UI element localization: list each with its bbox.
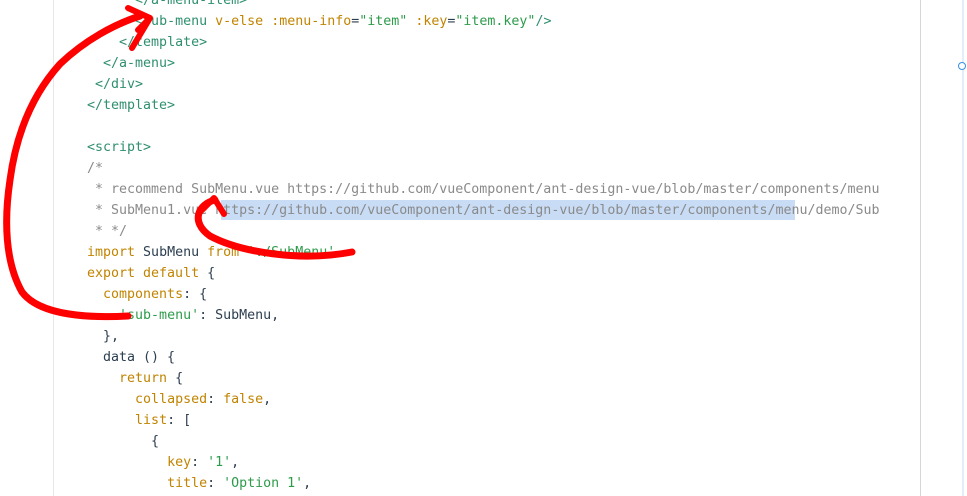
- minimap[interactable]: [920, 0, 967, 496]
- code-token-keyword: import: [87, 245, 136, 260]
- code-token-plain: ,: [231, 455, 240, 470]
- code-token-plain: {: [167, 371, 184, 386]
- code-line: components: {: [87, 284, 207, 305]
- code-token-plain: :: [191, 455, 208, 470]
- code-token-keyword: from: [207, 245, 240, 260]
- code-line: {: [87, 431, 159, 452]
- code-token-tag: </div>: [95, 77, 144, 92]
- code-token-attr: v-else: [215, 14, 264, 29]
- code-editor[interactable]: </a-menu-item> <sub-menu v-else :menu-in…: [0, 0, 967, 496]
- code-line: },: [87, 326, 119, 347]
- scrollbar-thumb[interactable]: [958, 62, 966, 70]
- code-line: /*: [87, 158, 103, 179]
- code-line: title: 'Option 1',: [87, 473, 311, 494]
- code-token-plain: :: [207, 476, 224, 491]
- code-token-keyword: return: [119, 371, 168, 386]
- code-line: key: '1',: [87, 452, 239, 473]
- code-line: export default {: [87, 263, 215, 284]
- code-token-tag: </a-menu-item>: [135, 0, 248, 8]
- code-token-plain: {: [199, 266, 216, 281]
- code-token-keyword: false: [223, 392, 264, 407]
- code-line: </template>: [87, 95, 175, 116]
- code-token-plain: : SubMenu,: [199, 308, 280, 323]
- code-line: list: [: [87, 410, 191, 431]
- code-token-property: list: [135, 413, 168, 428]
- code-token-attr: :menu-info: [271, 14, 352, 29]
- code-token-comment: * recommend SubMenu.vue https://github.c…: [87, 182, 880, 197]
- code-line: </a-menu>: [87, 53, 175, 74]
- code-line: 'sub-menu': SubMenu,: [87, 305, 279, 326]
- code-token-plain: ,: [263, 392, 272, 407]
- code-token-plain: :: [207, 392, 224, 407]
- code-token-property: key: [167, 455, 192, 470]
- code-line: <script>: [87, 137, 151, 158]
- code-token-plain: ,: [303, 476, 312, 491]
- code-token-tag: />: [535, 14, 552, 29]
- code-token-plain: data () {: [103, 350, 176, 365]
- code-token-tag: </a-menu>: [103, 56, 176, 71]
- code-line: collapsed: false,: [87, 389, 271, 410]
- code-line: data () {: [87, 347, 175, 368]
- code-area[interactable]: </a-menu-item> <sub-menu v-else :menu-in…: [54, 0, 920, 496]
- code-token-plain: },: [103, 329, 120, 344]
- code-line: import SubMenu from './SubMenu': [87, 242, 335, 263]
- code-token-plain: SubMenu: [135, 245, 208, 260]
- code-token-tag: <script>: [87, 140, 152, 155]
- code-token-tag: </template>: [87, 98, 176, 113]
- scrollbar-track[interactable]: [962, 0, 964, 496]
- code-token-comment: /*: [87, 161, 104, 176]
- code-token-comment: * SubMenu1.vue https://github.com/vueCom…: [87, 203, 880, 218]
- code-line: <sub-menu v-else :menu-info="item" :key=…: [87, 11, 551, 32]
- code-line: </a-menu-item>: [87, 0, 247, 11]
- code-token-string: 'Option 1': [223, 476, 304, 491]
- code-token-property: collapsed: [135, 392, 208, 407]
- code-token-property: components: [103, 287, 184, 302]
- code-token-keyword: export default: [87, 266, 200, 281]
- code-token-string: "item": [359, 14, 408, 29]
- code-token-plain: : {: [183, 287, 208, 302]
- code-line: * */: [87, 221, 127, 242]
- code-token-property: title: [167, 476, 208, 491]
- code-token-string: 'sub-menu': [119, 308, 200, 323]
- code-token-plain: {: [151, 434, 160, 449]
- code-token-plain: : [: [167, 413, 192, 428]
- code-line: return {: [87, 368, 183, 389]
- code-line: * recommend SubMenu.vue https://github.c…: [87, 179, 880, 200]
- code-token-comment: * */: [87, 224, 128, 239]
- code-line: </div>: [87, 74, 143, 95]
- code-token-string: '1': [207, 455, 232, 470]
- code-token-string: './SubMenu': [247, 245, 336, 260]
- code-line: </template>: [87, 32, 207, 53]
- line-number-gutter: [0, 0, 54, 496]
- code-line: * SubMenu1.vue https://github.com/vueCom…: [87, 200, 880, 221]
- code-token-tag: </template>: [119, 35, 208, 50]
- code-token-attr: :key: [415, 14, 448, 29]
- code-token-tag: <sub-menu: [135, 14, 208, 29]
- code-token-string: "item.key": [455, 14, 536, 29]
